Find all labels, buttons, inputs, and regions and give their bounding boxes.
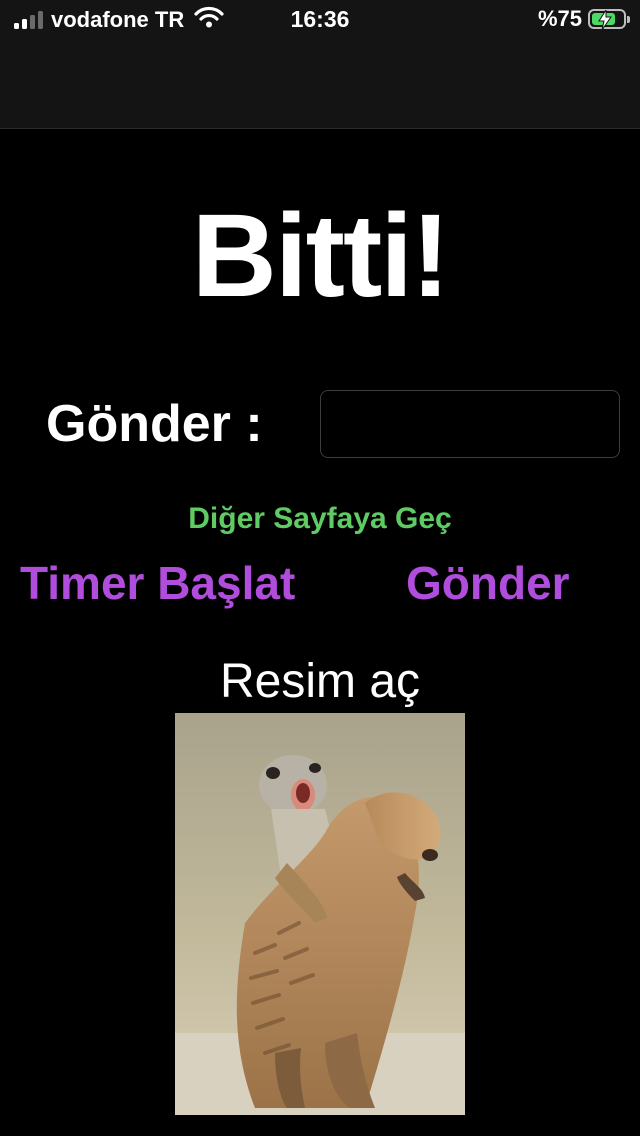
page-title: Bitti! [191, 190, 451, 322]
send-button[interactable]: Gönder [406, 556, 570, 610]
send-label: Gönder : [46, 395, 263, 453]
battery-icon [588, 9, 630, 30]
open-image-button[interactable]: Resim aç [0, 654, 640, 709]
battery-percent: %75 [537, 6, 582, 31]
charging-bolt-icon [598, 10, 612, 30]
status-right: %75 [537, 6, 630, 32]
next-page-link[interactable]: Diğer Sayfaya Geç [0, 502, 640, 536]
status-bar: vodafone TR 16:36 %75 [0, 0, 640, 129]
start-timer-button[interactable]: Timer Başlat [20, 556, 295, 610]
meerkat-photo [175, 713, 465, 1115]
send-text-input[interactable] [320, 390, 620, 458]
